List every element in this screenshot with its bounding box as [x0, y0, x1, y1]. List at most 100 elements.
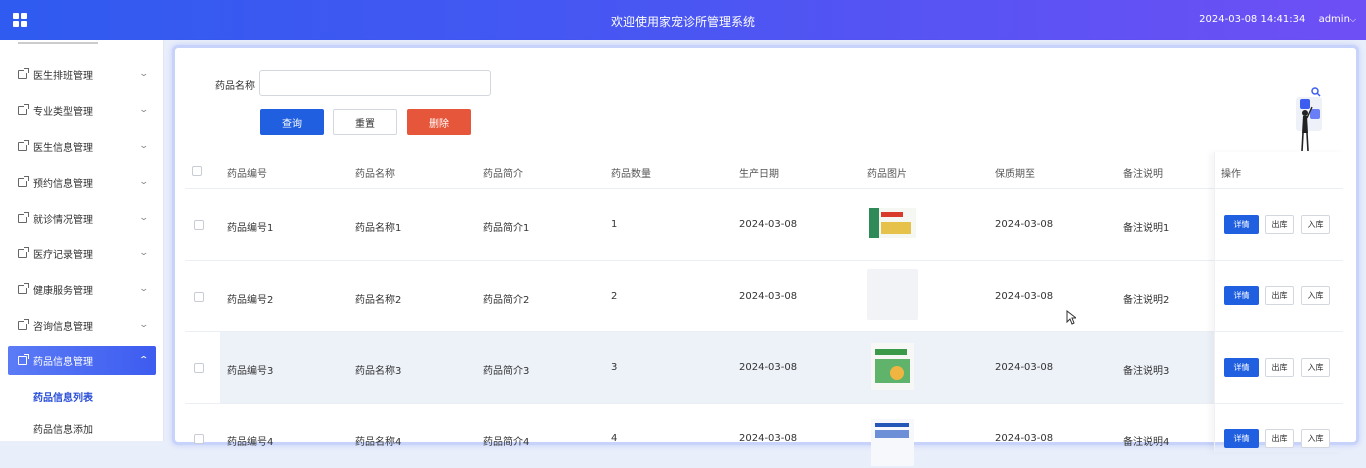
- sidebar-item-visit[interactable]: 就诊情况管理 ⌄: [8, 204, 156, 233]
- medicine-image-placeholder[interactable]: [867, 269, 918, 320]
- sidebar-item-medicine[interactable]: 药品信息管理 ⌄: [8, 346, 156, 375]
- cell-intro: 药品简介1: [483, 223, 530, 234]
- row-checkbox[interactable]: [194, 434, 204, 444]
- document-icon: [18, 247, 29, 258]
- cell-qty: 1: [611, 219, 618, 230]
- user-menu[interactable]: admin⌵: [1319, 14, 1356, 25]
- username[interactable]: admin: [1319, 14, 1350, 25]
- sidebar-item-label: 医疗记录管理: [33, 250, 93, 261]
- medicine-image[interactable]: [867, 417, 918, 468]
- column-header: 药品图片: [867, 169, 907, 180]
- divider: [185, 403, 1343, 404]
- sidebar-item-doctor[interactable]: 医生信息管理 ⌄: [8, 132, 156, 161]
- row-checkbox[interactable]: [194, 220, 204, 230]
- cell-qty: 2: [611, 291, 618, 302]
- document-icon: [18, 319, 29, 330]
- sidebar-item-label: 预约信息管理: [33, 179, 93, 190]
- cell-expires: 2024-03-08: [995, 433, 1054, 444]
- cell-remark: 备注说明1: [1123, 223, 1170, 234]
- chevron-down-icon[interactable]: ⌵: [1350, 15, 1356, 24]
- chevron-down-icon: ⌄: [138, 105, 150, 115]
- sidebar-item-health-service[interactable]: 健康服务管理 ⌄: [8, 275, 156, 304]
- stock-out-button[interactable]: 出库: [1265, 429, 1294, 448]
- column-header: 保质期至: [995, 169, 1035, 180]
- medicine-name-input[interactable]: [259, 70, 491, 96]
- document-icon: [18, 354, 29, 365]
- document-icon: [18, 283, 29, 294]
- sidebar-item-schedule[interactable]: 医生排班管理 ⌄: [8, 60, 156, 89]
- stock-in-button[interactable]: 入库: [1301, 429, 1330, 448]
- stock-out-button[interactable]: 出库: [1265, 286, 1294, 305]
- cell-name: 药品名称1: [355, 223, 402, 234]
- sidebar-item-specialty[interactable]: 专业类型管理 ⌄: [8, 96, 156, 125]
- chevron-down-icon: ⌄: [138, 320, 150, 330]
- document-icon: [18, 68, 29, 79]
- cell-code: 药品编号2: [227, 295, 274, 306]
- divider: [185, 260, 1343, 261]
- sidebar-item-label: 健康服务管理: [33, 286, 93, 297]
- cell-qty: 4: [611, 433, 618, 444]
- cell-remark: 备注说明2: [1123, 295, 1170, 306]
- divider: [185, 188, 1343, 189]
- row-checkbox[interactable]: [194, 363, 204, 373]
- chevron-down-icon: ⌄: [138, 248, 150, 258]
- mouse-pointer-icon: [1066, 310, 1076, 325]
- stock-in-button[interactable]: 入库: [1301, 215, 1330, 234]
- sidebar-item-appointment[interactable]: 预约信息管理 ⌄: [8, 168, 156, 197]
- sidebar-subitem-medicine-list[interactable]: 药品信息列表: [33, 389, 93, 404]
- sidebar-subitem-medicine-add[interactable]: 药品信息添加: [33, 421, 93, 436]
- medicine-image[interactable]: [867, 341, 918, 392]
- detail-button[interactable]: 详情: [1224, 358, 1259, 377]
- stock-out-button[interactable]: 出库: [1265, 358, 1294, 377]
- sidebar: 医生排班管理 ⌄ 专业类型管理 ⌄ 医生信息管理 ⌄ 预约信息管理 ⌄ 就诊情况管理 ⌄ …: [0, 40, 164, 441]
- cell-code: 药品编号3: [227, 366, 274, 377]
- column-header: 生产日期: [739, 169, 779, 180]
- row-checkbox[interactable]: [194, 292, 204, 302]
- document-icon: [18, 212, 29, 223]
- document-icon: [18, 140, 29, 151]
- sidebar-item-label: 医生排班管理: [33, 71, 93, 82]
- column-header: 药品数量: [611, 169, 651, 180]
- stock-in-button[interactable]: 入库: [1301, 286, 1330, 305]
- cell-expires: 2024-03-08: [995, 219, 1054, 230]
- cell-name: 药品名称3: [355, 366, 402, 377]
- document-icon: [18, 176, 29, 187]
- column-header: 药品简介: [483, 169, 523, 180]
- cell-expires: 2024-03-08: [995, 362, 1054, 373]
- sidebar-item-label: 咨询信息管理: [33, 322, 93, 333]
- sidebar-item-partial: [18, 40, 98, 44]
- chevron-down-icon: ⌄: [138, 177, 150, 187]
- medicine-image[interactable]: [867, 198, 918, 249]
- header-datetime: 2024-03-08 14:41:34: [1199, 14, 1306, 25]
- cell-intro: 药品简介2: [483, 295, 530, 306]
- cell-produced: 2024-03-08: [739, 362, 798, 373]
- cell-intro: 药品简介3: [483, 366, 530, 377]
- cell-produced: 2024-03-08: [739, 219, 798, 230]
- stock-in-button[interactable]: 入库: [1301, 358, 1330, 377]
- cell-produced: 2024-03-08: [739, 433, 798, 444]
- detail-button[interactable]: 详情: [1224, 429, 1259, 448]
- cell-remark: 备注说明3: [1123, 366, 1170, 377]
- chevron-down-icon: ⌄: [138, 284, 150, 294]
- detail-button[interactable]: 详情: [1224, 286, 1259, 305]
- stock-out-button[interactable]: 出库: [1265, 215, 1294, 234]
- query-button[interactable]: 查询: [260, 109, 324, 135]
- sidebar-item-label: 就诊情况管理: [33, 215, 93, 226]
- chevron-down-icon: ⌄: [138, 69, 150, 79]
- reset-button[interactable]: 重置: [333, 109, 397, 135]
- column-header: 备注说明: [1123, 169, 1163, 180]
- cell-qty: 3: [611, 362, 618, 373]
- chevron-down-icon: ⌄: [138, 141, 150, 151]
- header-user-area: 2024-03-08 14:41:34 admin⌵: [1189, 14, 1356, 25]
- select-all-checkbox[interactable]: [192, 166, 202, 176]
- delete-button[interactable]: 删除: [407, 109, 471, 135]
- sidebar-item-consult[interactable]: 咨询信息管理 ⌄: [8, 311, 156, 340]
- top-header: 欢迎使用家宠诊所管理系统 2024-03-08 14:41:34 admin⌵: [0, 0, 1366, 40]
- column-header: 药品名称: [355, 169, 395, 180]
- chevron-down-icon: ⌄: [138, 213, 150, 223]
- app-title: 欢迎使用家宠诊所管理系统: [610, 15, 755, 29]
- detail-button[interactable]: 详情: [1224, 215, 1259, 234]
- sidebar-item-label: 专业类型管理: [33, 107, 93, 118]
- sidebar-item-medical-record[interactable]: 医疗记录管理 ⌄: [8, 239, 156, 268]
- column-header: 药品编号: [227, 169, 267, 180]
